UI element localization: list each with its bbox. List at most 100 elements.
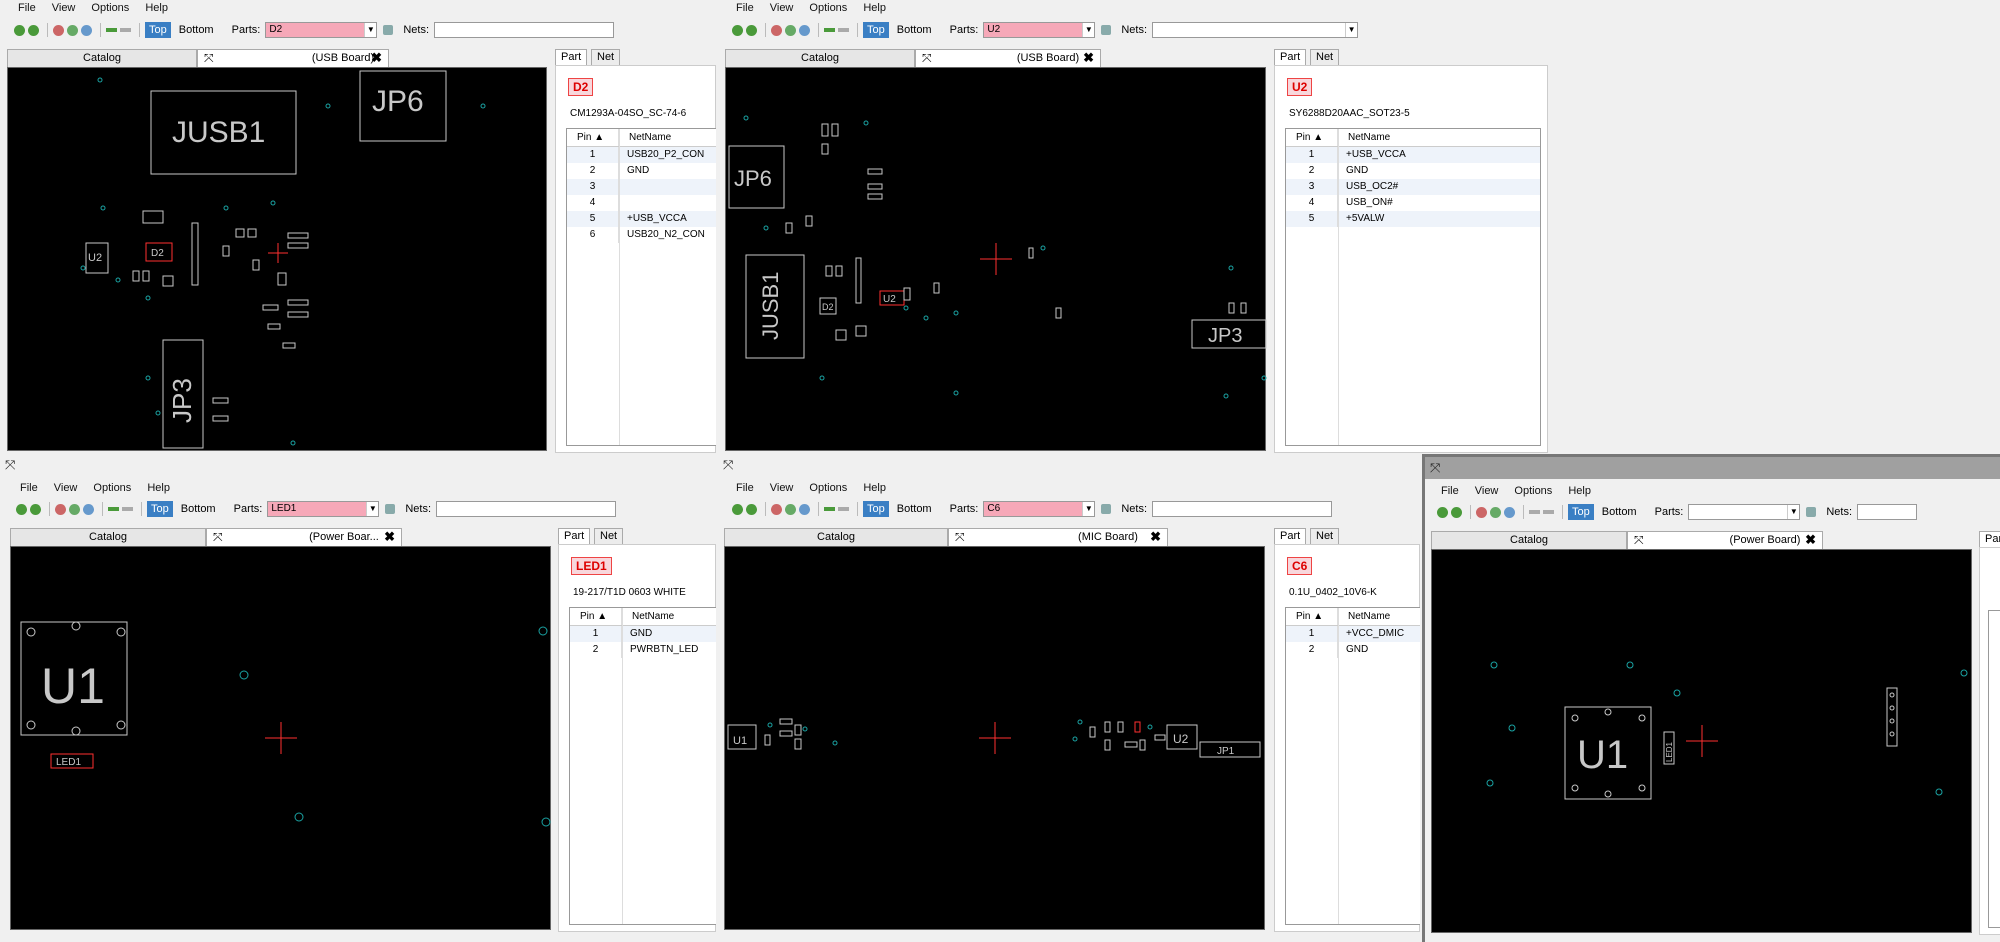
menu-help[interactable]: Help [863,482,886,498]
nets-combo[interactable]: ▼ [1152,22,1359,38]
menu-help[interactable]: Help [1568,485,1591,501]
parts-combo[interactable]: ▼ [1688,504,1801,520]
tab-catalog[interactable]: Catalog [1431,531,1627,549]
zoom-out-icon[interactable] [771,24,782,36]
menu-file[interactable]: File [1441,485,1459,501]
back-arrow-icon[interactable] [108,507,119,511]
parts-combo[interactable]: LED1 ▼ [267,501,380,517]
nets-combo[interactable] [434,22,615,38]
nets-combo[interactable] [1152,501,1333,517]
layer-top-button[interactable]: Top [147,501,173,517]
board-canvas[interactable]: U1 LED1 [1431,549,1972,933]
board-canvas[interactable]: JUSB1 JP6 JP3 U2 D2 [7,67,547,451]
menu-options[interactable]: Options [809,2,847,18]
layer-bottom-button[interactable]: Bottom [177,501,220,517]
chevron-down-icon[interactable]: ▼ [366,502,379,516]
filter-icon[interactable] [385,504,396,514]
zoom-out-icon[interactable] [53,24,64,36]
table-row[interactable]: 3 [567,179,716,195]
layer-bottom-button[interactable]: Bottom [175,22,218,38]
forward-arrow-icon[interactable] [1543,510,1554,514]
filter-icon[interactable] [383,25,394,35]
close-icon[interactable]: ✖ [1150,529,1161,545]
menu-view[interactable]: View [770,482,794,498]
nets-combo[interactable] [436,501,617,517]
forward-arrow-icon[interactable] [838,28,849,32]
menu-help[interactable]: Help [863,2,886,18]
zoom-out-icon[interactable] [771,503,782,515]
zoom-in-icon[interactable] [83,503,94,515]
tab-board[interactable]: ⤧ (USB Board) ✖ [915,49,1101,67]
tab-board[interactable]: ⤧ (Power Boar... ✖ [206,528,402,546]
chevron-down-icon[interactable]: ▼ [364,23,377,37]
table-row[interactable]: 1 +USB_VCCA [1286,147,1540,163]
forward-arrow-icon[interactable] [838,507,849,511]
zoom-fit-icon[interactable] [785,24,796,36]
board-canvas[interactable]: JP6 JUSB1 JP3 U2 D2 [725,67,1267,451]
board-canvas[interactable]: U1 LED1 [10,546,551,930]
menu-view[interactable]: View [1475,485,1499,501]
tab-part[interactable]: Part [555,49,588,65]
table-row[interactable]: 1 USB20_P2_CON [567,147,716,163]
parts-combo[interactable]: C6 ▼ [983,501,1096,517]
pin-icon[interactable]: ⤧ [1430,460,1440,476]
tab-net[interactable]: Net [591,49,621,65]
menu-file[interactable]: File [736,2,754,18]
tab-net[interactable]: Net [1310,528,1340,544]
table-row[interactable]: 1 +VCC_DMIC [1286,626,1420,642]
netname-column-header[interactable]: NetName [1338,129,1390,146]
tab-net[interactable]: Net [594,528,624,544]
tab-board[interactable]: ⤧ (MIC Board) ✖ [948,528,1168,546]
back-arrow-icon[interactable] [824,507,835,511]
zoom-fit-icon[interactable] [67,24,78,36]
table-row[interactable]: 5 +5VALW [1286,211,1540,227]
chevron-down-icon[interactable]: ▼ [1787,505,1800,519]
menu-options[interactable]: Options [93,482,131,498]
reload-icon[interactable] [746,503,757,515]
layer-bottom-button[interactable]: Bottom [1598,504,1641,520]
tab-catalog[interactable]: Catalog [724,528,948,546]
zoom-fit-icon[interactable] [1490,506,1501,518]
tab-catalog[interactable]: Catalog [10,528,206,546]
nets-combo[interactable] [1857,504,1918,520]
back-arrow-icon[interactable] [1529,510,1540,514]
zoom-in-icon[interactable] [81,24,92,36]
refresh-icon[interactable] [732,503,743,515]
menu-help[interactable]: Help [145,2,168,18]
reload-icon[interactable] [30,503,41,515]
chevron-down-icon[interactable]: ▼ [1082,502,1095,516]
chevron-down-icon[interactable]: ▼ [1345,23,1358,37]
layer-top-button[interactable]: Top [145,22,171,38]
menu-options[interactable]: Options [91,2,129,18]
menu-file[interactable]: File [18,2,36,18]
table-row[interactable]: 6 USB20_N2_CON [567,227,716,243]
zoom-in-icon[interactable] [799,24,810,36]
back-arrow-icon[interactable] [824,28,835,32]
parts-combo[interactable]: D2 ▼ [265,22,378,38]
menu-options[interactable]: Options [809,482,847,498]
layer-top-button[interactable]: Top [863,501,889,517]
layer-top-button[interactable]: Top [1568,504,1594,520]
refresh-icon[interactable] [1437,506,1448,518]
chevron-down-icon[interactable]: ▼ [1082,23,1095,37]
menu-view[interactable]: View [770,2,794,18]
tab-board[interactable]: ⤧ (Power Board) ✖ [1627,531,1823,549]
table-row[interactable]: 5 +USB_VCCA [567,211,716,227]
tab-catalog[interactable]: Catalog [725,49,915,67]
close-icon[interactable]: ✖ [1805,532,1816,548]
zoom-in-icon[interactable] [799,503,810,515]
pin-icon[interactable]: ⤧ [5,457,15,473]
netname-column-header[interactable]: NetName [1338,608,1390,625]
layer-bottom-button[interactable]: Bottom [893,22,936,38]
netname-column-header[interactable]: NetName [622,608,674,625]
table-row[interactable]: 2 GND [567,163,716,179]
forward-arrow-icon[interactable] [122,507,133,511]
layer-top-button[interactable]: Top [863,22,889,38]
zoom-fit-icon[interactable] [69,503,80,515]
table-row[interactable]: 2 GND [1286,163,1540,179]
close-icon[interactable]: ✖ [1083,50,1094,66]
tab-net[interactable]: Net [1310,49,1340,65]
parts-combo[interactable]: U2 ▼ [983,22,1096,38]
table-row[interactable]: 3 USB_OC2# [1286,179,1540,195]
table-row[interactable]: 2 GND [1286,642,1420,658]
